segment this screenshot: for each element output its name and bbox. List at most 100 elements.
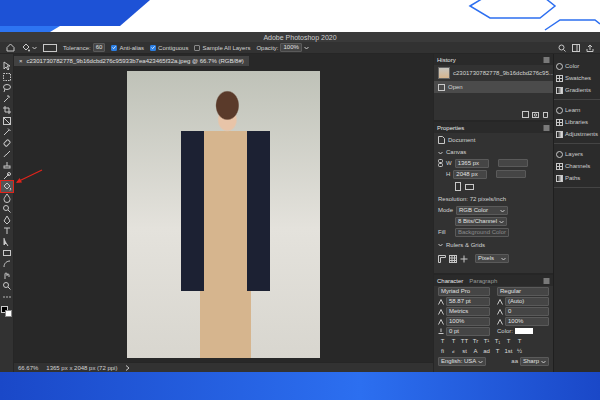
tool-button[interactable] xyxy=(1,93,13,104)
character-field[interactable]: 100% xyxy=(497,317,549,326)
tool-button[interactable] xyxy=(1,291,13,302)
tool-preset-picker[interactable] xyxy=(21,43,37,52)
home-icon[interactable] xyxy=(6,43,15,52)
type-style-button[interactable]: T₁ xyxy=(493,338,502,344)
type-style-button[interactable]: TT xyxy=(460,338,469,344)
character-field[interactable]: 0 pt xyxy=(438,327,490,336)
expand-caret-icon[interactable] xyxy=(438,150,443,155)
chevron-right-icon[interactable] xyxy=(125,365,130,371)
character-field[interactable]: (Auto) xyxy=(497,297,549,306)
panel-menu-icon[interactable] xyxy=(543,125,550,131)
opacity-field[interactable]: 100% xyxy=(280,43,301,52)
expand-caret-icon[interactable] xyxy=(438,242,443,247)
contiguous-option[interactable]: Contiguous xyxy=(150,45,188,51)
opentype-button[interactable]: A xyxy=(471,348,480,354)
tool-button[interactable] xyxy=(1,170,13,181)
sample-all-layers-option[interactable]: Sample All Layers xyxy=(194,45,250,51)
tool-button[interactable] xyxy=(1,236,13,247)
color-swatches[interactable] xyxy=(1,306,12,317)
dock-item[interactable]: Layers xyxy=(554,148,600,160)
dock-item[interactable]: Paths xyxy=(554,172,600,184)
antialias-dropdown[interactable]: Sharp xyxy=(520,357,549,366)
color-field[interactable]: Color: xyxy=(497,328,549,334)
opentype-button[interactable]: ½ xyxy=(515,348,524,354)
tool-button[interactable] xyxy=(1,280,13,291)
type-style-button[interactable]: T xyxy=(449,338,458,344)
grid-icon[interactable] xyxy=(449,255,457,263)
anti-alias-option[interactable]: Anti-alias xyxy=(111,45,144,51)
tool-button[interactable] xyxy=(1,126,13,137)
photo[interactable] xyxy=(127,71,320,358)
close-tab-button[interactable]: × xyxy=(19,58,23,64)
dock-item[interactable]: Swatches xyxy=(554,72,600,84)
panel-tab[interactable]: History xyxy=(437,57,456,63)
opentype-button[interactable]: fi xyxy=(438,348,447,354)
canvas[interactable] xyxy=(14,66,433,362)
tolerance-field[interactable]: 60 xyxy=(93,43,106,52)
new-document-icon[interactable] xyxy=(522,111,529,118)
dock-item[interactable]: Color xyxy=(554,60,600,72)
panel-menu-icon[interactable] xyxy=(543,278,550,284)
opentype-button[interactable]: T xyxy=(493,348,502,354)
position-field[interactable] xyxy=(498,159,528,167)
opentype-button[interactable]: ℴ xyxy=(449,347,458,355)
checkbox[interactable] xyxy=(111,45,117,51)
tool-button[interactable] xyxy=(1,104,13,115)
tool-button[interactable] xyxy=(1,115,13,126)
character-field[interactable]: Regular xyxy=(497,287,549,296)
camera-icon[interactable] xyxy=(532,111,539,118)
link-icon[interactable] xyxy=(438,159,443,167)
panel-menu-icon[interactable] xyxy=(543,57,550,63)
panel-tab[interactable]: Character xyxy=(437,278,463,284)
tool-button[interactable] xyxy=(1,192,13,203)
workspace-icon[interactable] xyxy=(572,44,580,52)
tool-button[interactable] xyxy=(1,258,13,269)
trash-icon[interactable] xyxy=(542,111,549,118)
tool-button[interactable] xyxy=(1,269,13,280)
units-dropdown[interactable]: Pixels xyxy=(475,254,509,263)
panel-tab[interactable]: Paragraph xyxy=(469,278,497,284)
tool-button[interactable] xyxy=(1,137,13,148)
ruler-icon[interactable] xyxy=(438,255,446,263)
tool-button[interactable] xyxy=(1,159,13,170)
history-state[interactable]: Open xyxy=(434,81,553,93)
color-swatch[interactable] xyxy=(515,328,533,334)
checkbox[interactable] xyxy=(150,45,156,51)
character-field[interactable]: 58.87 pt xyxy=(438,297,490,306)
mode-dropdown[interactable]: RGB Color xyxy=(456,206,508,215)
tool-button[interactable] xyxy=(1,181,13,192)
position-field[interactable] xyxy=(496,170,526,178)
dock-item[interactable]: Adjustments xyxy=(554,128,600,140)
search-icon[interactable] xyxy=(558,44,566,52)
type-style-button[interactable]: T¹ xyxy=(482,338,491,344)
character-field[interactable]: Myriad Pro xyxy=(438,287,490,296)
share-icon[interactable] xyxy=(586,44,594,52)
zoom-level[interactable]: 66.67% xyxy=(18,365,38,371)
document-tab[interactable]: ×c2301730782778_9b16dcbd276c95933b7ea423… xyxy=(14,56,249,66)
tool-button[interactable] xyxy=(1,203,13,214)
tool-button[interactable] xyxy=(1,60,13,71)
tool-button[interactable] xyxy=(1,247,13,258)
tool-button[interactable] xyxy=(1,214,13,225)
dock-item[interactable]: Gradients xyxy=(554,84,600,96)
dock-item[interactable]: Channels xyxy=(554,160,600,172)
dock-item[interactable]: Libraries xyxy=(554,116,600,128)
type-style-button[interactable]: Tr xyxy=(471,338,480,344)
language-dropdown[interactable]: English: USA xyxy=(438,357,486,366)
opentype-button[interactable]: 1st xyxy=(504,348,513,354)
opentype-button[interactable]: ad xyxy=(482,348,491,354)
character-field[interactable]: 0 xyxy=(497,307,549,316)
tool-button[interactable] xyxy=(1,82,13,93)
tool-button[interactable] xyxy=(1,71,13,82)
tool-button[interactable] xyxy=(1,148,13,159)
canvas-height-field[interactable]: 2048 px xyxy=(453,170,487,179)
fill-source-icon[interactable] xyxy=(43,44,57,52)
type-style-button[interactable]: T xyxy=(504,338,513,344)
landscape-icon[interactable] xyxy=(465,183,474,191)
history-snapshot[interactable]: c2301730782778_9b16dcbd276c95... xyxy=(434,65,553,81)
tool-button[interactable] xyxy=(1,225,13,236)
opentype-button[interactable]: st xyxy=(460,348,469,354)
depth-dropdown[interactable]: 8 Bits/Channel xyxy=(455,217,507,226)
guides-icon[interactable] xyxy=(460,255,468,263)
type-style-button[interactable]: T xyxy=(515,338,524,344)
